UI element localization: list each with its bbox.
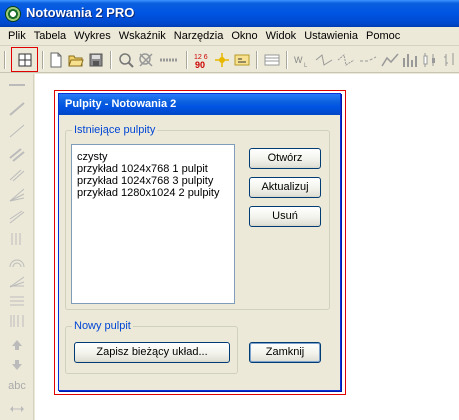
svg-text:90: 90 — [195, 60, 205, 69]
list-item[interactable]: przykład 1280x1024 2 pulpity — [77, 187, 219, 199]
svg-text:W: W — [294, 55, 303, 65]
arrow-down-icon[interactable] — [8, 358, 26, 372]
dialog-title: Pulpity - Notowania 2 — [65, 98, 177, 110]
filter-icon[interactable] — [136, 50, 156, 70]
ray-tool-icon[interactable] — [8, 124, 26, 138]
menu-narzedzia[interactable]: Narzędzia — [170, 28, 228, 45]
app-titlebar: Notowania 2 PRO — [0, 0, 459, 27]
bars-icon[interactable] — [400, 50, 420, 70]
candles-icon[interactable] — [420, 50, 440, 70]
dialog-titlebar: Pulpity - Notowania 2 — [59, 94, 340, 115]
line-arrow-3-icon[interactable] — [358, 50, 378, 70]
list-item[interactable]: przykład 1024x768 1 pulpit — [77, 163, 208, 175]
app-title: Notowania 2 PRO — [26, 5, 135, 20]
toolbar-separator — [42, 51, 44, 69]
open-button[interactable]: Otwórz — [249, 148, 321, 169]
app-icon — [5, 6, 21, 22]
svg-text:L: L — [304, 63, 308, 68]
parallel-tool-icon[interactable] — [8, 168, 26, 182]
toolbar-separator — [110, 51, 112, 69]
text-tool-icon[interactable]: abc — [8, 379, 26, 393]
update-button[interactable]: Aktualizuj — [249, 177, 321, 198]
arrows-icon[interactable] — [212, 50, 232, 70]
desktops-icon[interactable] — [15, 50, 35, 70]
hline-tool-icon[interactable] — [8, 78, 26, 92]
arc-tool-icon[interactable] — [8, 254, 26, 268]
candles-2-icon[interactable] — [440, 50, 459, 70]
line-tool-icon[interactable] — [8, 102, 26, 116]
arrow-up-icon[interactable] — [8, 338, 26, 352]
new-desktop-label: Nowy pulpit — [72, 320, 133, 332]
notes-icon[interactable] — [232, 50, 252, 70]
new-file-icon[interactable] — [46, 50, 66, 70]
channel-tool-icon[interactable] — [8, 148, 26, 162]
toolbar-separator — [256, 51, 258, 69]
menu-tabela[interactable]: Tabela — [30, 28, 70, 45]
volume-icon[interactable]: WL — [292, 50, 312, 70]
table-icon[interactable] — [262, 50, 282, 70]
main-toolbar: 12 6 90 WL — [0, 47, 459, 73]
fan-tool-icon[interactable] — [8, 188, 26, 202]
menu-ustawienia[interactable]: Ustawienia — [300, 28, 362, 45]
line-arrow-2-icon[interactable] — [336, 50, 356, 70]
menu-plik[interactable]: Plik — [4, 28, 30, 45]
save-icon[interactable] — [86, 50, 106, 70]
toolbar-grip — [4, 51, 6, 69]
vlines-tool-icon[interactable] — [8, 232, 26, 246]
trend-icon[interactable] — [380, 50, 400, 70]
menubar: Plik Tabela Wykres Wskaźnik Narzędzia Ok… — [0, 27, 459, 46]
open-folder-icon[interactable] — [66, 50, 86, 70]
measure-tool-icon[interactable] — [8, 402, 26, 416]
close-button[interactable]: Zamknij — [249, 342, 321, 363]
fibo-fan-tool-icon[interactable] — [8, 274, 26, 288]
numbers-icon[interactable]: 12 6 90 — [192, 50, 212, 70]
hlines-tool-icon[interactable] — [8, 294, 26, 308]
menu-pomoc[interactable]: Pomoc — [362, 28, 404, 45]
menu-wskaznik[interactable]: Wskaźnik — [115, 28, 170, 45]
list-item[interactable]: przykład 1024x768 3 pulpity — [77, 175, 213, 187]
delete-button[interactable]: Usuń — [249, 206, 321, 227]
cycles-tool-icon[interactable] — [8, 314, 26, 328]
menu-okno[interactable]: Okno — [227, 28, 261, 45]
toolbar-separator — [186, 51, 188, 69]
toolbar-separator — [286, 51, 288, 69]
menu-wykres[interactable]: Wykres — [70, 28, 115, 45]
existing-desktops-label: Istniejące pulpity — [72, 124, 158, 136]
save-current-layout-button[interactable]: Zapisz bieżący układ... — [74, 342, 230, 363]
dash-icon[interactable] — [158, 50, 180, 70]
line-arrow-icon[interactable] — [314, 50, 334, 70]
desktops-list[interactable]: czysty przykład 1024x768 1 pulpit przykł… — [71, 144, 235, 304]
left-toolbar: abc — [0, 74, 34, 420]
list-item[interactable]: czysty — [77, 151, 108, 163]
zoom-icon[interactable] — [116, 50, 136, 70]
andrews-tool-icon[interactable] — [8, 210, 26, 224]
menu-widok[interactable]: Widok — [262, 28, 301, 45]
